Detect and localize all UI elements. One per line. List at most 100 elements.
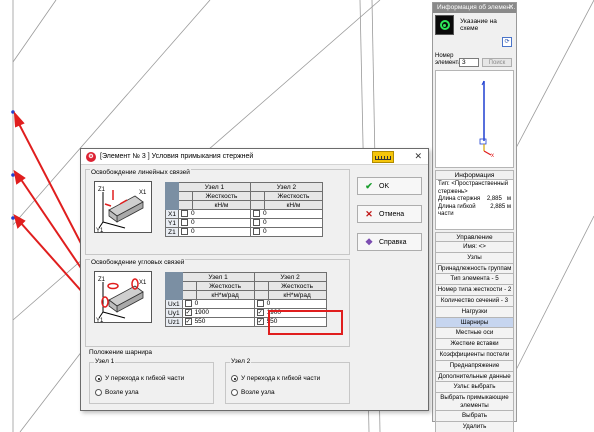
release-checkbox[interactable] <box>180 210 188 218</box>
search-button[interactable]: Поиск <box>482 58 512 67</box>
node2-header: Узел 2 <box>253 272 327 282</box>
node2-option-node[interactable]: Возле узла <box>231 389 275 396</box>
stiffness-value[interactable]: 0 <box>195 301 199 308</box>
table-row: Ux1 0 0 <box>165 299 327 309</box>
radio-button[interactable] <box>95 375 102 382</box>
rod-length-row: Длина стержня 2,885 м <box>438 196 511 204</box>
stiffness-header: Жесткость <box>195 281 255 291</box>
annotation-arrowhead <box>13 111 25 128</box>
info-header: Информация <box>435 170 514 180</box>
checkmark-icon: ✔ <box>365 180 373 191</box>
hinge-group-title: Положение шарнира <box>89 349 153 356</box>
help-button[interactable]: ❖ Справка <box>357 233 422 251</box>
node2-cell[interactable]: 0 <box>249 218 323 228</box>
node2-cell[interactable]: 0 <box>249 227 323 237</box>
name-button[interactable]: Имя: <> <box>435 242 514 253</box>
stiffness-value[interactable]: 0 <box>191 211 195 218</box>
close-icon[interactable]: ✕ <box>414 151 422 162</box>
option-label: Возле узла <box>105 389 139 396</box>
node2-cell[interactable]: 0 <box>253 299 327 309</box>
node1-option-flex[interactable]: У перехода к гибкой части <box>95 375 184 382</box>
unit-header: кН/м <box>191 200 251 210</box>
node1-cell[interactable]: 550 <box>181 317 255 327</box>
radio-button[interactable] <box>231 389 238 396</box>
svg-text:Y1: Y1 <box>96 228 104 232</box>
flex-length-unit: м <box>506 203 511 210</box>
select-button[interactable]: Выбрать <box>435 411 514 422</box>
release-checkbox[interactable] <box>184 300 192 308</box>
close-icon[interactable]: ✕ <box>508 3 514 13</box>
node1-header: Узел 1 <box>181 272 255 282</box>
cancel-button[interactable]: ✕ Отмена <box>357 205 422 223</box>
node1-cell[interactable]: 0 <box>181 299 255 309</box>
management-header: Управление <box>435 232 514 242</box>
groups-button[interactable]: Принадлежность группам <box>435 263 514 275</box>
stiffness-value[interactable]: 550 <box>195 319 206 326</box>
unit-header: кН*м/рад <box>195 290 255 300</box>
delete-button[interactable]: Удалить <box>435 421 514 432</box>
row-label: Z1 <box>165 227 179 237</box>
stiffness-value[interactable]: 1900 <box>195 310 209 317</box>
hinge-position-group: Положение шарнира Узел 1 У перехода к ги… <box>85 349 350 407</box>
linear-group-title: Освобождение линейных связей <box>90 169 191 176</box>
svg-text:Z1: Z1 <box>98 277 106 283</box>
stiffness-type-button[interactable]: Номер типа жесткости - 2 <box>435 285 514 296</box>
sections-count-button[interactable]: Количество сечений - 3 <box>435 295 514 307</box>
node2-option-flex[interactable]: У перехода к гибкой части <box>231 375 320 382</box>
release-checkbox[interactable] <box>184 309 192 317</box>
row-label: X1 <box>165 209 179 219</box>
local-axes-button[interactable]: Местные оси <box>435 328 514 340</box>
radio-button[interactable] <box>231 375 238 382</box>
loads-button[interactable]: Нагрузки <box>435 306 514 318</box>
panel-title-bar[interactable]: Информация об элемен... ✕ <box>433 3 516 13</box>
select-adjacent-button[interactable]: Выбрать примыкающие элементы <box>435 393 514 412</box>
stiffness-value[interactable]: 0 <box>191 220 195 227</box>
dialog-title-bar[interactable]: ⚙ [Элемент № 3 ] Условия примыкания стер… <box>81 149 428 165</box>
node1-cell[interactable]: 0 <box>177 227 251 237</box>
release-checkbox[interactable] <box>252 210 260 218</box>
prestress-button[interactable]: Преднапряжение <box>435 360 514 372</box>
release-checkbox[interactable] <box>256 300 264 308</box>
svg-text:X1: X1 <box>139 280 147 286</box>
stiffness-value[interactable]: 0 <box>263 229 267 236</box>
release-checkbox[interactable] <box>256 309 264 317</box>
node1-cell[interactable]: 0 <box>177 218 251 228</box>
rod-length-unit: м <box>506 196 511 202</box>
rigid-inserts-button[interactable]: Жесткие вставки <box>435 339 514 350</box>
nodes-button[interactable]: Узлы <box>435 252 514 264</box>
info-body: Тип: <Пространственный стержень> Длина с… <box>435 180 514 230</box>
node1-cell[interactable]: 0 <box>177 209 251 219</box>
node2-cell[interactable]: 0 <box>249 209 323 219</box>
svg-text:X1: X1 <box>139 190 147 196</box>
element-type-button[interactable]: Тип элемента - 5 <box>435 274 514 286</box>
radio-button[interactable] <box>95 389 102 396</box>
node1-cell[interactable]: 1900 <box>181 308 255 318</box>
node-point <box>11 173 15 177</box>
release-checkbox[interactable] <box>184 318 192 326</box>
element-type: Тип: <Пространственный стержень> <box>438 181 509 195</box>
element-number-input[interactable]: 3 <box>459 58 479 67</box>
node1-option-node[interactable]: Возле узла <box>95 389 139 396</box>
additional-data-button[interactable]: Дополнительные данные <box>435 371 514 383</box>
select-nodes-button[interactable]: Узлы: выбрать <box>435 382 514 394</box>
ok-button[interactable]: ✔ OK <box>357 177 422 195</box>
stiffness-header: Жесткость <box>191 191 251 201</box>
brace-line <box>12 0 57 63</box>
ruler-icon[interactable] <box>372 151 394 163</box>
hinges-button[interactable]: Шарниры <box>435 317 514 329</box>
dialog-title: [Элемент № 3 ] Условия примыкания стержн… <box>100 153 254 160</box>
release-checkbox[interactable] <box>252 228 260 236</box>
release-checkbox[interactable] <box>180 219 188 227</box>
stiffness-value[interactable]: 0 <box>267 301 271 308</box>
release-checkbox[interactable] <box>180 228 188 236</box>
subgrade-coefficients-button[interactable]: Коэффициенты постели <box>435 349 514 361</box>
stiffness-value[interactable]: 0 <box>191 229 195 236</box>
stiffness-value[interactable]: 0 <box>263 220 267 227</box>
release-checkbox[interactable] <box>256 318 264 326</box>
table-row: X1 0 0 <box>165 209 323 219</box>
refresh-icon[interactable]: ⟳ <box>502 37 512 47</box>
unit-header: кН/м <box>263 200 323 210</box>
stiffness-value[interactable]: 0 <box>263 211 267 218</box>
target-icon[interactable] <box>435 15 455 35</box>
release-checkbox[interactable] <box>252 219 260 227</box>
